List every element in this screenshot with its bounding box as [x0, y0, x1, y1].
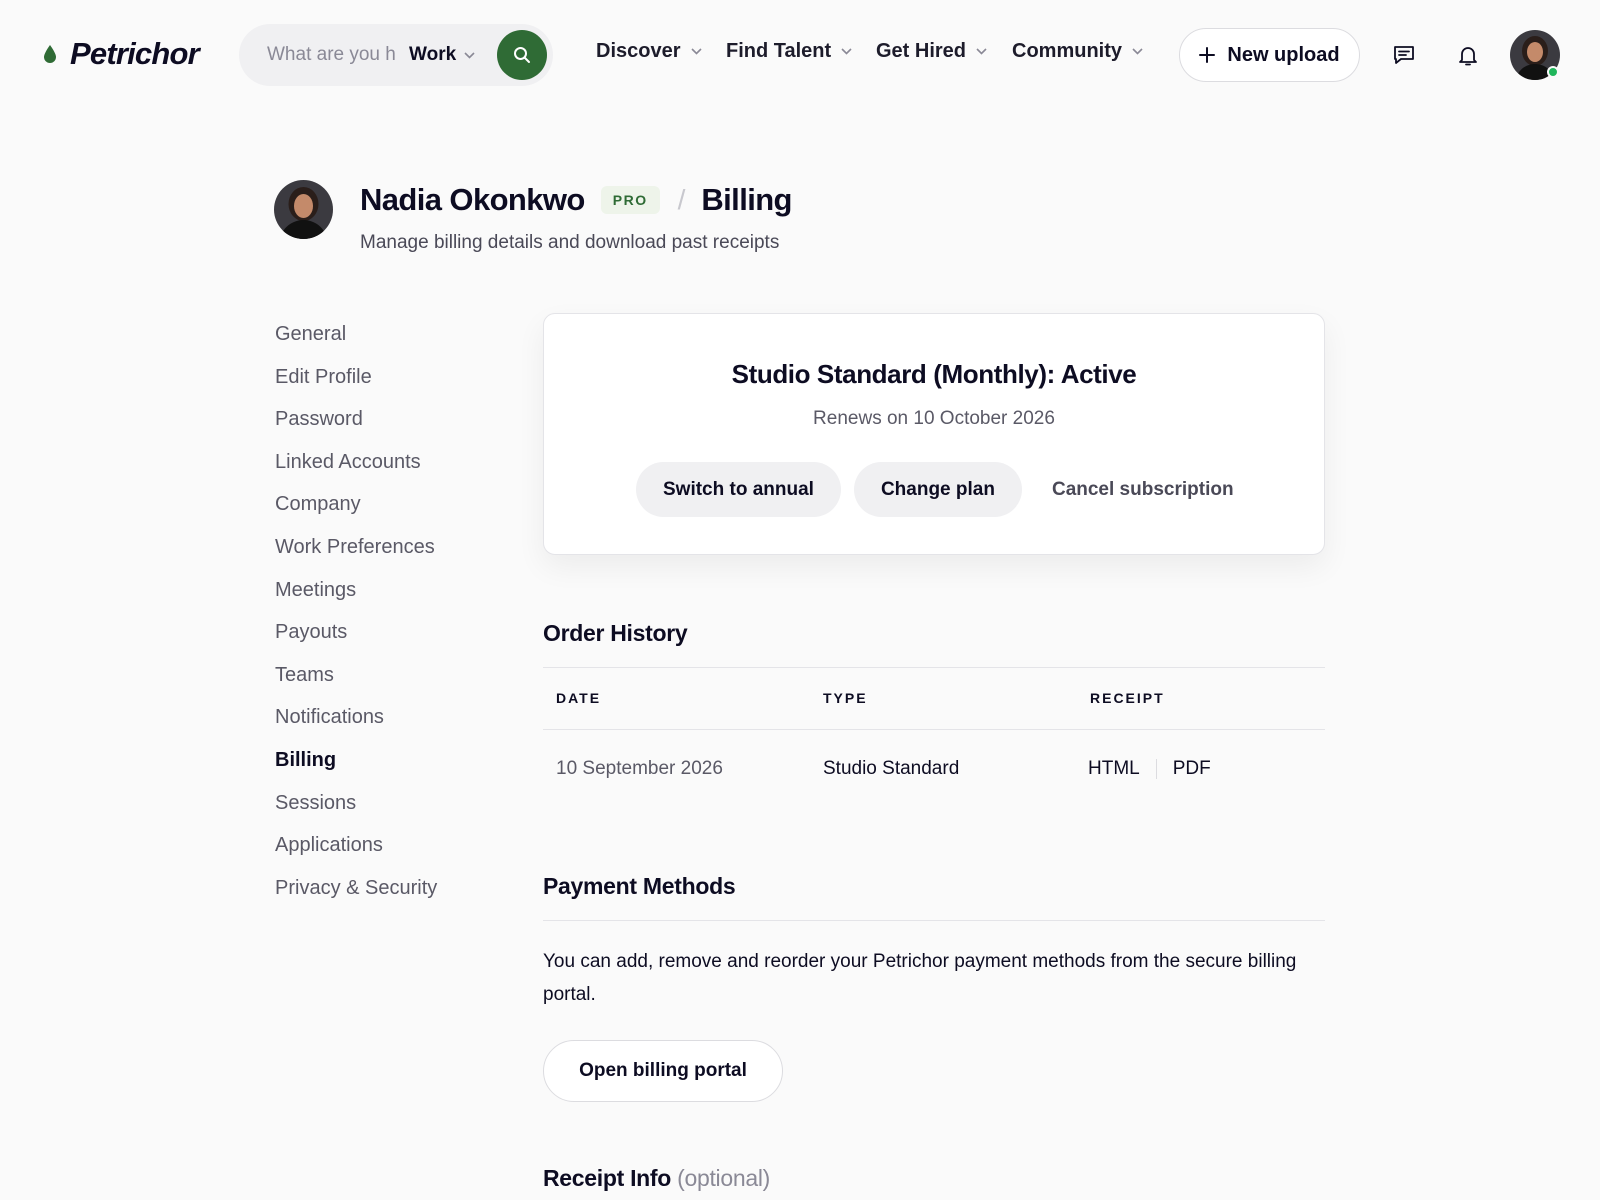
sidebar-item-notifications[interactable]: Notifications	[275, 701, 437, 744]
change-plan-button[interactable]: Change plan	[853, 462, 1022, 517]
sidebar-item-applications[interactable]: Applications	[275, 829, 437, 872]
bell-icon	[1459, 47, 1477, 66]
chevron-down-icon	[1132, 48, 1143, 55]
payment-methods-title: Payment Methods	[543, 873, 736, 899]
column-header-receipt: RECEIPT	[1090, 690, 1165, 706]
search-button[interactable]	[497, 30, 547, 80]
chevron-down-icon	[464, 51, 475, 59]
breadcrumb-separator: /	[677, 184, 686, 215]
divider	[543, 920, 1325, 921]
sidebar-item-password[interactable]: Password	[275, 403, 437, 446]
messages-button[interactable]	[1391, 42, 1417, 68]
chevron-down-icon	[841, 48, 852, 55]
new-upload-label: New upload	[1227, 43, 1340, 66]
sidebar-item-general[interactable]: General	[275, 318, 437, 361]
section-title: Billing	[701, 182, 792, 217]
optional-label: (optional)	[677, 1165, 771, 1191]
sidebar-item-linked-accounts[interactable]: Linked Accounts	[275, 446, 437, 489]
online-status-indicator	[1547, 66, 1559, 78]
column-header-type: TYPE	[823, 690, 868, 706]
sidebar-item-privacy-security[interactable]: Privacy & Security	[275, 872, 437, 915]
top-header: Petrichor Work Discover Find Talent Get …	[0, 0, 1600, 110]
logo[interactable]: Petrichor	[44, 36, 200, 72]
plan-title: Studio Standard (Monthly): Active	[731, 359, 1137, 389]
order-date: 10 September 2026	[556, 758, 723, 779]
new-upload-button[interactable]: New upload	[1179, 28, 1360, 82]
message-icon	[1394, 46, 1414, 64]
nav-label: Find Talent	[726, 40, 832, 62]
profile-avatar	[274, 180, 333, 239]
divider	[543, 729, 1325, 730]
sidebar-item-meetings[interactable]: Meetings	[275, 574, 437, 617]
cancel-subscription-link[interactable]: Cancel subscription	[1052, 479, 1234, 501]
search-bar: Work	[239, 24, 553, 86]
logo-text: Petrichor	[70, 36, 200, 71]
search-icon	[514, 47, 530, 63]
notifications-button[interactable]	[1455, 42, 1481, 68]
receipt-info-label: Receipt Info	[543, 1165, 672, 1191]
chevron-down-icon	[690, 48, 702, 55]
subscription-card: Studio Standard (Monthly): Active Renews…	[543, 313, 1325, 555]
sidebar-item-edit-profile[interactable]: Edit Profile	[275, 361, 437, 404]
settings-sidebar: General Edit Profile Password Linked Acc…	[275, 318, 437, 914]
sidebar-item-work-preferences[interactable]: Work Preferences	[275, 531, 437, 574]
divider	[1155, 759, 1157, 779]
sidebar-item-billing[interactable]: Billing	[275, 744, 437, 787]
order-history-title: Order History	[543, 620, 688, 646]
nav-label: Get Hired	[876, 40, 967, 62]
receipt-html-link[interactable]: HTML	[1088, 758, 1140, 780]
search-scope-label: Work	[409, 44, 457, 65]
logo-drop-icon	[44, 45, 56, 63]
receipt-info-title: Receipt Info (optional)	[543, 1165, 770, 1192]
sidebar-item-company[interactable]: Company	[275, 488, 437, 531]
nav-label: Community	[1012, 40, 1122, 62]
nav-label: Discover	[596, 40, 681, 62]
receipt-pdf-link[interactable]: PDF	[1173, 758, 1211, 780]
payment-methods-description: You can add, remove and reorder your Pet…	[543, 951, 1297, 1005]
plan-renewal-date: Renews on 10 October 2026	[813, 408, 1055, 429]
page-subtitle: Manage billing details and download past…	[360, 232, 780, 253]
open-billing-portal-label: Open billing portal	[579, 1060, 747, 1081]
nav-get-hired[interactable]: Get Hired	[876, 40, 987, 63]
search-input[interactable]	[267, 44, 407, 66]
receipt-links: HTML PDF	[1088, 758, 1211, 780]
search-scope-dropdown[interactable]: Work	[409, 44, 475, 66]
plus-icon	[1199, 47, 1216, 63]
nav-discover[interactable]: Discover	[596, 40, 702, 63]
switch-to-annual-button[interactable]: Switch to annual	[636, 462, 841, 517]
sidebar-item-sessions[interactable]: Sessions	[275, 787, 437, 830]
page-title: Nadia Okonkwo PRO / Billing	[360, 182, 792, 218]
chevron-down-icon	[976, 48, 987, 55]
open-billing-portal-button[interactable]: Open billing portal	[543, 1040, 783, 1102]
plan-actions: Switch to annual Change plan Cancel subs…	[636, 462, 1234, 517]
profile-name: Nadia Okonkwo	[360, 182, 585, 217]
pro-badge: PRO	[600, 186, 660, 214]
column-header-date: DATE	[556, 690, 602, 706]
nav-find-talent[interactable]: Find Talent	[726, 40, 852, 63]
order-type: Studio Standard	[823, 758, 960, 779]
nav-community[interactable]: Community	[1012, 40, 1143, 63]
divider	[543, 667, 1325, 668]
sidebar-item-payouts[interactable]: Payouts	[275, 616, 437, 659]
sidebar-item-teams[interactable]: Teams	[275, 659, 437, 702]
